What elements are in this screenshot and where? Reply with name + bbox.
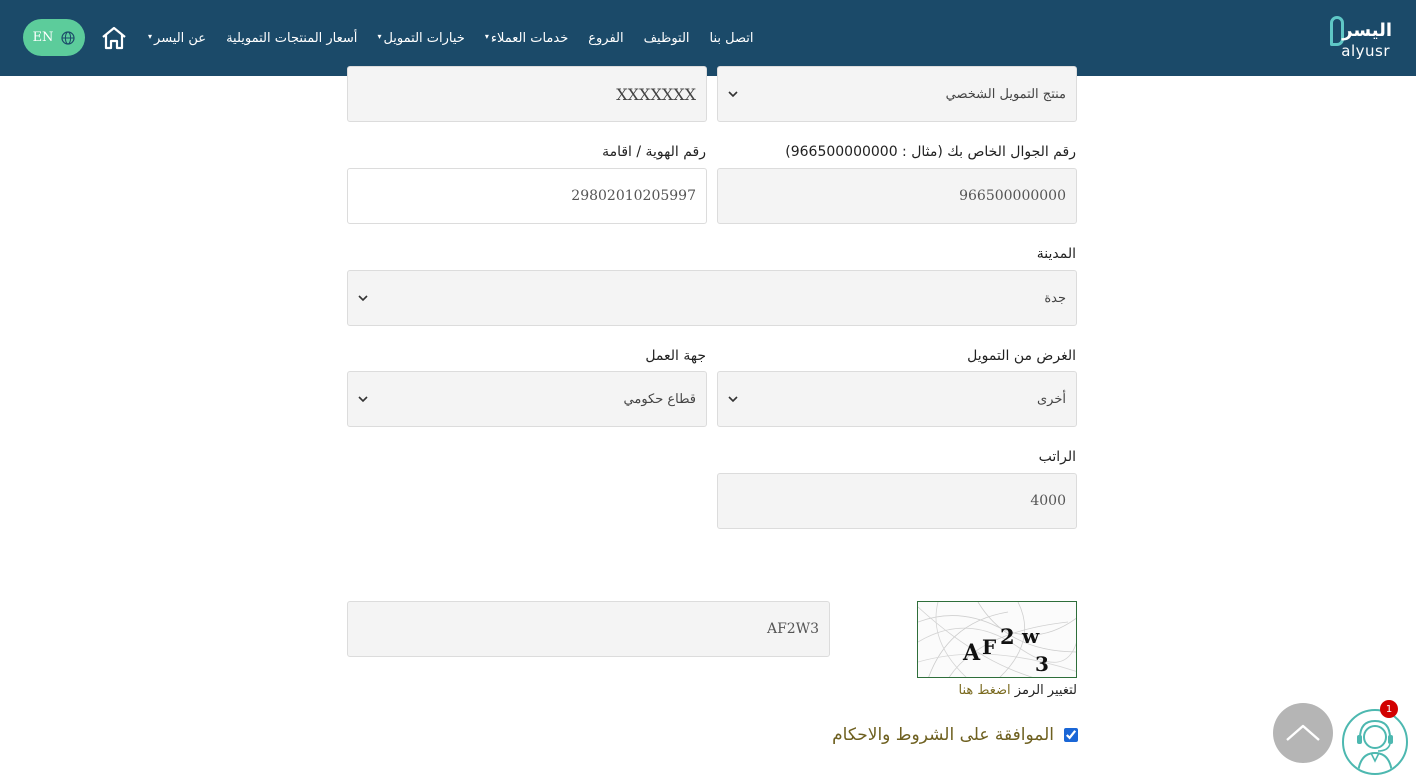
id-number-label: رقم الهوية / اقامة (602, 144, 706, 160)
captcha-char: 2 (1000, 624, 1015, 649)
language-toggle-button[interactable]: EN (23, 19, 85, 56)
home-icon[interactable] (100, 24, 128, 52)
support-agent-icon (1357, 719, 1393, 773)
chevron-down-icon (358, 295, 368, 302)
main-nav: عن اليسر▾ أسعار المنتجات التمويلية خيارا… (100, 0, 780, 76)
captcha-input-value: AF2W3 (766, 621, 819, 637)
city-select[interactable]: جدة (347, 270, 1077, 326)
salary-input-value: 4000 (1030, 493, 1066, 509)
purpose-select[interactable]: أخرى (717, 371, 1077, 427)
captcha-char: 3 (1035, 652, 1049, 676)
scroll-top-button[interactable] (1273, 703, 1333, 763)
name-input[interactable]: XXXXXXX (347, 66, 707, 122)
id-number-input[interactable]: 29802010205997 (347, 168, 707, 224)
chevron-down-icon (728, 91, 738, 98)
salary-label: الراتب (1038, 449, 1076, 465)
mobile-input[interactable]: 966500000000 (717, 168, 1077, 224)
terms-row: الموافقة على الشروط والاحكام (820, 722, 1078, 748)
chevron-up-icon (1286, 724, 1320, 741)
captcha-char: F (982, 635, 997, 659)
captcha-noise (918, 602, 1076, 677)
caret-down-icon: ▾ (148, 31, 153, 41)
nav-product-prices[interactable]: أسعار المنتجات التمويلية (226, 31, 357, 46)
chevron-down-icon (728, 396, 738, 403)
terms-checkbox[interactable] (1064, 728, 1078, 742)
salary-input[interactable]: 4000 (717, 473, 1077, 529)
chat-support-button[interactable] (1342, 709, 1408, 775)
city-label: المدينة (1036, 246, 1076, 262)
captcha-char: A (963, 640, 981, 666)
captcha-image: A F 2 w 3 (917, 601, 1077, 678)
chevron-down-icon (358, 396, 368, 403)
globe-icon (61, 30, 76, 45)
nav-customer-services[interactable]: خدمات العملاء▾ (485, 31, 568, 46)
lang-label: EN (32, 30, 54, 45)
nav-careers[interactable]: التوظيف (644, 31, 690, 46)
alyusr-logo[interactable]: اليسر alyusr (1320, 14, 1392, 62)
city-select-value: جدة (1044, 290, 1066, 306)
chat-notification-badge: 1 (1380, 700, 1398, 718)
captcha-input[interactable]: AF2W3 (347, 601, 830, 657)
nav-contact[interactable]: اتصل بنا (710, 31, 754, 46)
product-select[interactable]: منتج التمويل الشخصي (717, 66, 1077, 122)
captcha-refresh-link[interactable]: اضغط هنا (959, 683, 1011, 698)
mobile-input-value: 966500000000 (959, 188, 1066, 204)
mobile-label: رقم الجوال الخاص بك (مثال : 966500000000… (785, 144, 1076, 160)
nav-about[interactable]: عن اليسر▾ (148, 31, 206, 46)
nav-financing-options[interactable]: خيارات التمويل▾ (377, 31, 464, 46)
nav-branches[interactable]: الفروع (588, 31, 623, 46)
captcha-refresh: لتغيير الرمز اضغط هنا (900, 683, 1077, 698)
product-select-value: منتج التمويل الشخصي (945, 86, 1066, 102)
captcha-refresh-text: لتغيير الرمز (1014, 683, 1077, 698)
top-header: اليسر alyusr عن اليسر▾ أسعار المنتجات ال… (0, 0, 1416, 76)
logo-text-en: alyusr (1341, 42, 1390, 60)
caret-down-icon: ▾ (484, 31, 489, 41)
logo-text-ar: اليسر (1342, 20, 1392, 41)
caret-down-icon: ▾ (377, 31, 382, 41)
purpose-label: الغرض من التمويل (967, 348, 1076, 364)
employer-select-value: قطاع حكومي (623, 391, 696, 407)
name-input-value: XXXXXXX (616, 84, 696, 104)
id-number-input-value: 29802010205997 (571, 188, 696, 204)
captcha-char: w (1022, 624, 1040, 648)
employer-label: جهة العمل (645, 348, 706, 364)
employer-select[interactable]: قطاع حكومي (347, 371, 707, 427)
terms-label[interactable]: الموافقة على الشروط والاحكام (832, 725, 1054, 745)
purpose-select-value: أخرى (1037, 391, 1066, 407)
